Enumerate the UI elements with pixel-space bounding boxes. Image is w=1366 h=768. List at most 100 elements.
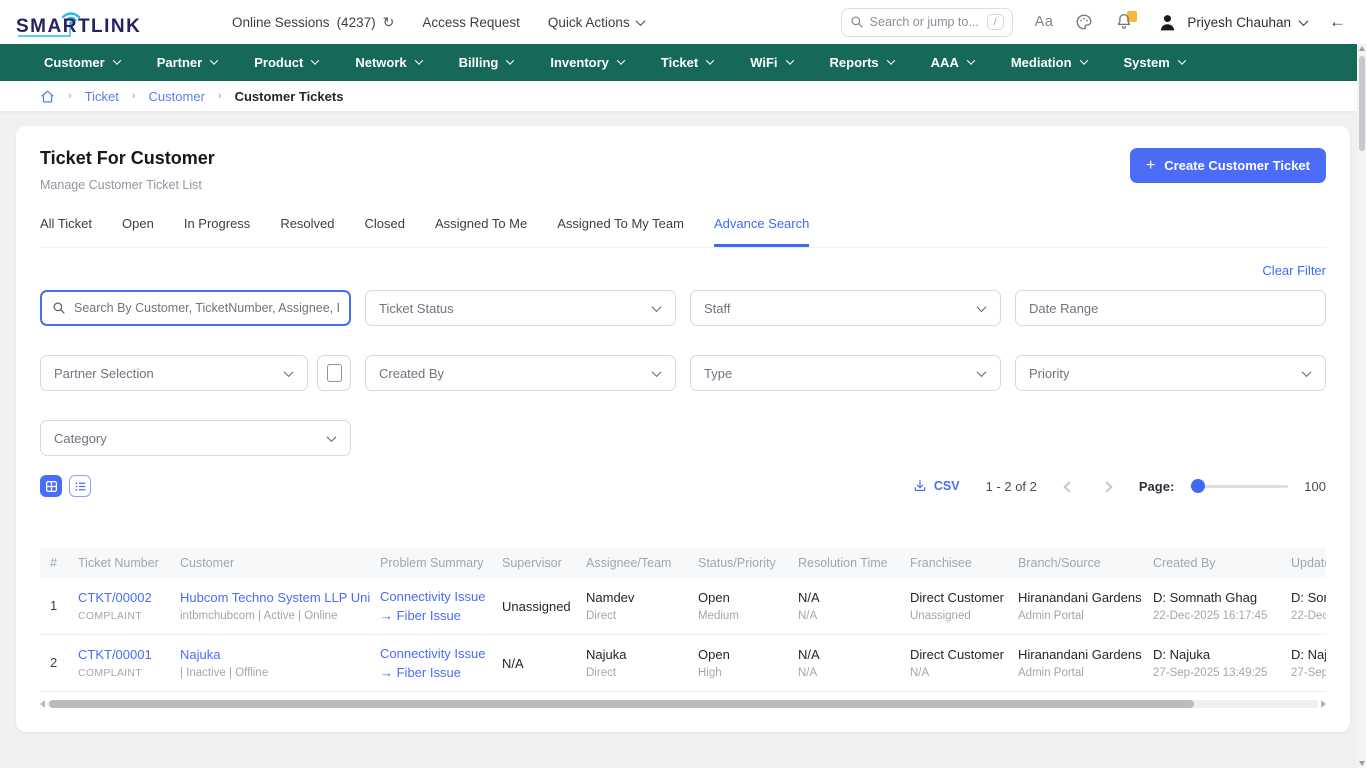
- horizontal-scrollbar[interactable]: [40, 699, 1326, 709]
- slider-handle[interactable]: [1191, 479, 1205, 493]
- tab-advance-search[interactable]: Advance Search: [714, 216, 809, 247]
- horizontal-scrollbar-thumb[interactable]: [49, 700, 1194, 708]
- tab-resolved[interactable]: Resolved: [280, 216, 334, 247]
- tab-open[interactable]: Open: [122, 216, 154, 247]
- nav-item-network[interactable]: Network: [355, 55, 421, 70]
- supervisor-value: Unassigned: [502, 599, 566, 614]
- main-navigation: Customer Partner Product Network Billing…: [0, 44, 1366, 81]
- type-select[interactable]: Type: [690, 355, 1001, 391]
- quick-actions-menu[interactable]: Quick Actions: [548, 15, 644, 30]
- problem-summary-link[interactable]: Connectivity Issue: [380, 646, 482, 661]
- ticket-search-field[interactable]: [40, 290, 351, 326]
- partner-checkbox[interactable]: [317, 355, 351, 391]
- home-icon[interactable]: [40, 89, 55, 104]
- col-updated-by: Updated By: [1281, 548, 1326, 578]
- advance-search-filters: Ticket Status Staff Date Range Partner S…: [40, 290, 1326, 456]
- updated-by-value: D: Najuka: [1291, 647, 1326, 662]
- page-size-slider[interactable]: [1190, 485, 1288, 488]
- breadcrumb-customer[interactable]: Customer: [149, 89, 205, 104]
- branch-value: Hiranandani Gardens: [1018, 647, 1133, 662]
- notifications-button[interactable]: [1115, 12, 1135, 32]
- text-size-icon[interactable]: Aa: [1035, 14, 1054, 30]
- category-select[interactable]: Category: [40, 420, 351, 456]
- table-row[interactable]: 1 CTKT/00002 COMPLAINT Hubcom Techno Sys…: [40, 578, 1326, 635]
- tab-in-progress[interactable]: In Progress: [184, 216, 250, 247]
- updated-at-value: 22-Dec-2025 16:17:45: [1291, 610, 1326, 622]
- vertical-scrollbar-thumb[interactable]: [1359, 56, 1365, 151]
- access-request-link[interactable]: Access Request: [422, 15, 520, 30]
- user-name: Priyesh Chauhan: [1187, 15, 1291, 30]
- nav-item-product[interactable]: Product: [254, 55, 318, 70]
- status-value: Open: [698, 647, 778, 662]
- tab-assigned-to-my-team[interactable]: Assigned To My Team: [557, 216, 684, 247]
- theme-palette-icon[interactable]: [1075, 13, 1093, 31]
- nav-item-wifi[interactable]: WiFi: [750, 55, 792, 70]
- list-view-button[interactable]: [69, 475, 91, 497]
- search-icon: [52, 301, 66, 315]
- staff-select[interactable]: Staff: [690, 290, 1001, 326]
- col-customer: Customer: [170, 548, 370, 578]
- csv-export-button[interactable]: CSV: [913, 479, 960, 493]
- customer-status: intbmchubcom | Active | Online: [180, 610, 360, 622]
- chevron-down-icon: [886, 56, 894, 64]
- ticket-number-link[interactable]: CTKT/00001: [78, 647, 160, 662]
- nav-item-mediation[interactable]: Mediation: [1011, 55, 1087, 70]
- created-by-value: D: Somnath Ghag: [1153, 590, 1271, 605]
- partner-selection-select[interactable]: Partner Selection: [40, 355, 308, 391]
- tab-assigned-to-me[interactable]: Assigned To Me: [435, 216, 527, 247]
- chevron-down-icon: [977, 367, 987, 377]
- assignee-value: Namdev: [586, 590, 678, 605]
- clear-filter-link[interactable]: Clear Filter: [1262, 263, 1326, 278]
- scroll-left-arrow-icon[interactable]: [40, 700, 45, 708]
- chevron-down-icon: [210, 56, 218, 64]
- ticket-number-link[interactable]: CTKT/00002: [78, 590, 160, 605]
- customer-link[interactable]: Hubcom Techno System LLP Unit: [180, 590, 360, 605]
- tickets-table: # Ticket Number Customer Problem Summary…: [40, 548, 1326, 692]
- bell-icon: [1115, 12, 1133, 30]
- breadcrumb-ticket[interactable]: Ticket: [85, 89, 119, 104]
- grid-view-button[interactable]: [40, 475, 62, 497]
- problem-sub-issue[interactable]: → Fiber Issue: [380, 608, 482, 623]
- tab-all-ticket[interactable]: All Ticket: [40, 216, 92, 247]
- customer-link[interactable]: Najuka: [180, 647, 360, 662]
- problem-sub-issue[interactable]: → Fiber Issue: [380, 665, 482, 680]
- scroll-down-arrow-icon[interactable]: [1359, 761, 1365, 766]
- scroll-right-arrow-icon[interactable]: [1321, 700, 1326, 708]
- previous-page-button[interactable]: [1063, 479, 1075, 494]
- smartlink-logo[interactable]: SMARTLINK: [14, 5, 196, 39]
- next-page-button[interactable]: [1101, 479, 1113, 494]
- resolution-time-value: N/A: [798, 590, 890, 605]
- vertical-scrollbar[interactable]: [1357, 44, 1366, 768]
- nav-item-system[interactable]: System: [1124, 55, 1185, 70]
- nav-item-partner[interactable]: Partner: [157, 55, 218, 70]
- nav-item-ticket[interactable]: Ticket: [661, 55, 713, 70]
- back-arrow-icon[interactable]: ←: [1329, 12, 1346, 32]
- source-value: Admin Portal: [1018, 610, 1133, 622]
- nav-item-customer[interactable]: Customer: [44, 55, 120, 70]
- chevron-down-icon: [112, 56, 120, 64]
- created-by-select[interactable]: Created By: [365, 355, 676, 391]
- problem-summary-link[interactable]: Connectivity Issue: [380, 589, 482, 604]
- ticket-search-input[interactable]: [74, 301, 339, 315]
- created-by-value: D: Najuka: [1153, 647, 1271, 662]
- create-customer-ticket-button[interactable]: + Create Customer Ticket: [1130, 148, 1326, 183]
- resolution-time-value: N/A: [798, 647, 890, 662]
- date-range-field[interactable]: Date Range: [1015, 290, 1326, 326]
- nav-item-aaa[interactable]: AAA: [931, 55, 974, 70]
- nav-item-billing[interactable]: Billing: [459, 55, 514, 70]
- refresh-icon[interactable]: ↻: [383, 14, 395, 31]
- nav-item-inventory[interactable]: Inventory: [550, 55, 624, 70]
- user-menu[interactable]: Priyesh Chauhan: [1157, 12, 1307, 33]
- scroll-up-arrow-icon[interactable]: [1359, 46, 1365, 51]
- chevron-down-icon: [706, 56, 714, 64]
- chevron-down-icon: [1079, 56, 1087, 64]
- tab-closed[interactable]: Closed: [365, 216, 405, 247]
- assignee-value: Najuka: [586, 647, 678, 662]
- svg-text:SMARTLINK: SMARTLINK: [16, 16, 141, 37]
- nav-item-reports[interactable]: Reports: [830, 55, 894, 70]
- priority-select[interactable]: Priority: [1015, 355, 1326, 391]
- table-row[interactable]: 2 CTKT/00001 COMPLAINT Najuka | Inactive…: [40, 635, 1326, 692]
- online-sessions[interactable]: Online Sessions (4237) ↻: [232, 14, 394, 31]
- ticket-status-select[interactable]: Ticket Status: [365, 290, 676, 326]
- global-search-input[interactable]: Search or jump to... /: [841, 8, 1013, 37]
